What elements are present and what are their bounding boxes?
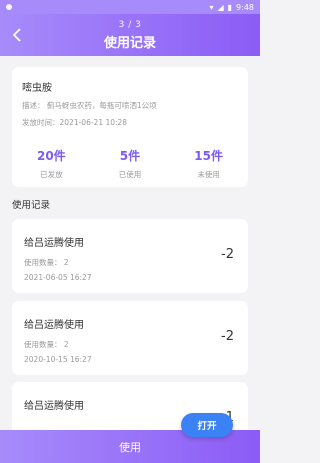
record-item[interactable]: 给吕运腾使用 使用数量： 2 2021-06-05 16:27 -2 (12, 219, 248, 293)
stat-value: 15件 (194, 149, 223, 163)
record-quantity: 使用数量： 2 (24, 258, 69, 267)
open-button[interactable]: 打开 (181, 413, 233, 437)
status-icons-right: ▾ ◢ ▮ 9:48 (209, 3, 254, 12)
signal-icon: ◢ (217, 2, 224, 12)
status-time: 9:48 (236, 2, 254, 12)
wifi-icon: ▾ (209, 2, 214, 12)
stat-value: 5件 (119, 149, 141, 163)
record-title: 给吕运腾使用 (24, 238, 84, 249)
stat-label: 未使用 (197, 170, 220, 179)
stat-unused: 15件 未使用 (179, 147, 239, 181)
stat-label: 已发放 (40, 170, 63, 179)
status-icons-left (6, 4, 12, 10)
stat-issued: 20件 已发放 (21, 147, 81, 181)
records-section-title: 使用记录 (12, 200, 51, 211)
record-title: 给吕运腾使用 (24, 320, 84, 331)
record-date: 2021-06-05 16:27 (24, 273, 92, 282)
page-title: 使用记录 (103, 36, 156, 51)
record-item[interactable]: 给吕运腾使用 使用数量： 2 2020-10-15 16:27 -2 (12, 301, 248, 375)
product-info-card: 嘧虫胺 描述： 蓟马蚜虫农药，每瓶可喷洒1公顷 发放时间：2021-06-21 … (12, 67, 248, 187)
stat-used: 5件 已使用 (100, 147, 160, 181)
issue-time: 发放时间：2021-06-21 10:28 (22, 118, 128, 127)
record-delta: -2 (221, 247, 234, 262)
header: 3 / 3 使用记录 (0, 14, 260, 56)
record-date: 2020-10-15 16:27 (24, 355, 92, 364)
battery-icon: ▮ (227, 2, 233, 12)
notification-icon (6, 4, 12, 10)
stat-value: 20件 (36, 149, 66, 163)
stat-label: 已使用 (118, 170, 142, 179)
product-name: 嘧虫胺 (22, 83, 52, 94)
stats-row: 20件 已发放 5件 已使用 15件 未使用 (12, 147, 248, 181)
record-title: 给吕运腾使用 (24, 401, 84, 412)
status-bar: ▾ ◢ ▮ 9:48 (0, 0, 260, 14)
product-description: 描述： 蓟马蚜虫农药，每瓶可喷洒1公顷 (22, 101, 157, 110)
record-quantity: 使用数量： 2 (24, 340, 69, 349)
page-indicator: 3 / 3 (118, 20, 142, 30)
record-delta: -2 (221, 329, 234, 344)
